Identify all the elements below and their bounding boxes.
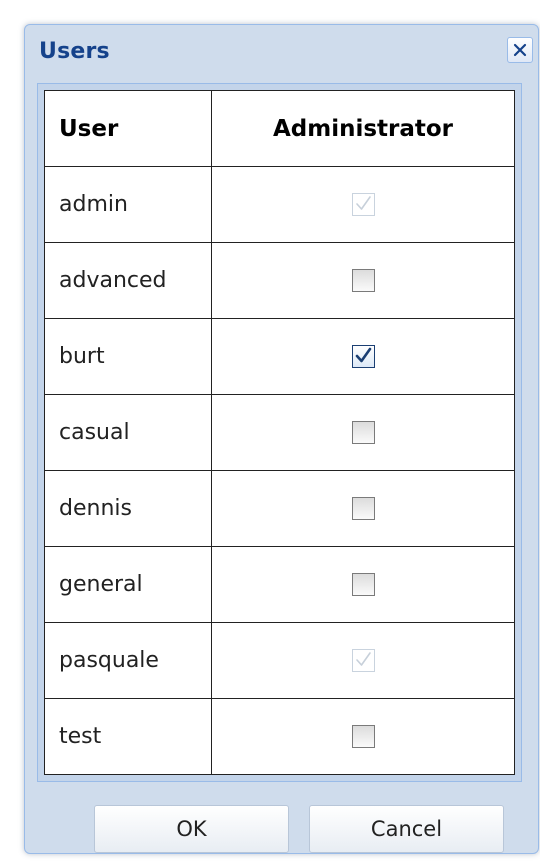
table-row: casual bbox=[44, 394, 515, 471]
user-name-cell: dennis bbox=[44, 470, 212, 547]
header-row: User Administrator bbox=[44, 90, 515, 167]
user-name-cell: burt bbox=[44, 318, 212, 395]
administrator-cell bbox=[211, 546, 515, 623]
administrator-cell bbox=[211, 242, 515, 319]
user-name-cell: test bbox=[44, 698, 212, 775]
close-icon bbox=[513, 43, 527, 57]
administrator-checkbox[interactable] bbox=[351, 725, 375, 748]
close-button[interactable] bbox=[507, 37, 533, 63]
ok-button[interactable]: OK bbox=[94, 805, 289, 853]
administrator-cell bbox=[211, 622, 515, 699]
administrator-checkbox bbox=[351, 193, 375, 216]
administrator-cell bbox=[211, 698, 515, 775]
administrator-checkbox[interactable] bbox=[351, 345, 375, 368]
page: Users User Administrator admin advanced … bbox=[0, 0, 540, 863]
column-header-administrator: Administrator bbox=[211, 90, 515, 167]
grid-body: admin advanced burt casual dennis general pasq… bbox=[44, 166, 515, 775]
administrator-checkbox[interactable] bbox=[351, 421, 375, 444]
user-name-cell: advanced bbox=[44, 242, 212, 319]
users-grid: User Administrator admin advanced burt casu… bbox=[37, 83, 522, 782]
administrator-checkbox[interactable] bbox=[351, 497, 375, 520]
administrator-cell bbox=[211, 318, 515, 395]
cancel-button[interactable]: Cancel bbox=[309, 805, 504, 853]
table-row: general bbox=[44, 546, 515, 623]
checkmark-icon bbox=[355, 652, 371, 666]
table-row: advanced bbox=[44, 242, 515, 319]
dialog-title: Users bbox=[39, 39, 110, 64]
user-name-cell: casual bbox=[44, 394, 212, 471]
checkmark-icon bbox=[355, 196, 371, 210]
user-name-cell: admin bbox=[44, 166, 212, 243]
table-row: pasquale bbox=[44, 622, 515, 699]
table-row: test bbox=[44, 698, 515, 775]
dialog-titlebar[interactable]: Users bbox=[25, 25, 538, 85]
user-name-cell: pasquale bbox=[44, 622, 212, 699]
table-row: burt bbox=[44, 318, 515, 395]
users-dialog: Users User Administrator admin advanced … bbox=[24, 24, 539, 854]
administrator-checkbox[interactable] bbox=[351, 269, 375, 292]
administrator-checkbox bbox=[351, 649, 375, 672]
column-header-user: User bbox=[44, 90, 212, 167]
checkmark-icon bbox=[355, 347, 371, 363]
user-name-cell: general bbox=[44, 546, 212, 623]
administrator-cell bbox=[211, 166, 515, 243]
table-row: admin bbox=[44, 166, 515, 243]
administrator-cell bbox=[211, 470, 515, 547]
administrator-cell bbox=[211, 394, 515, 471]
users-table: User Administrator admin advanced burt casu… bbox=[44, 90, 515, 775]
administrator-checkbox[interactable] bbox=[351, 573, 375, 596]
table-row: dennis bbox=[44, 470, 515, 547]
